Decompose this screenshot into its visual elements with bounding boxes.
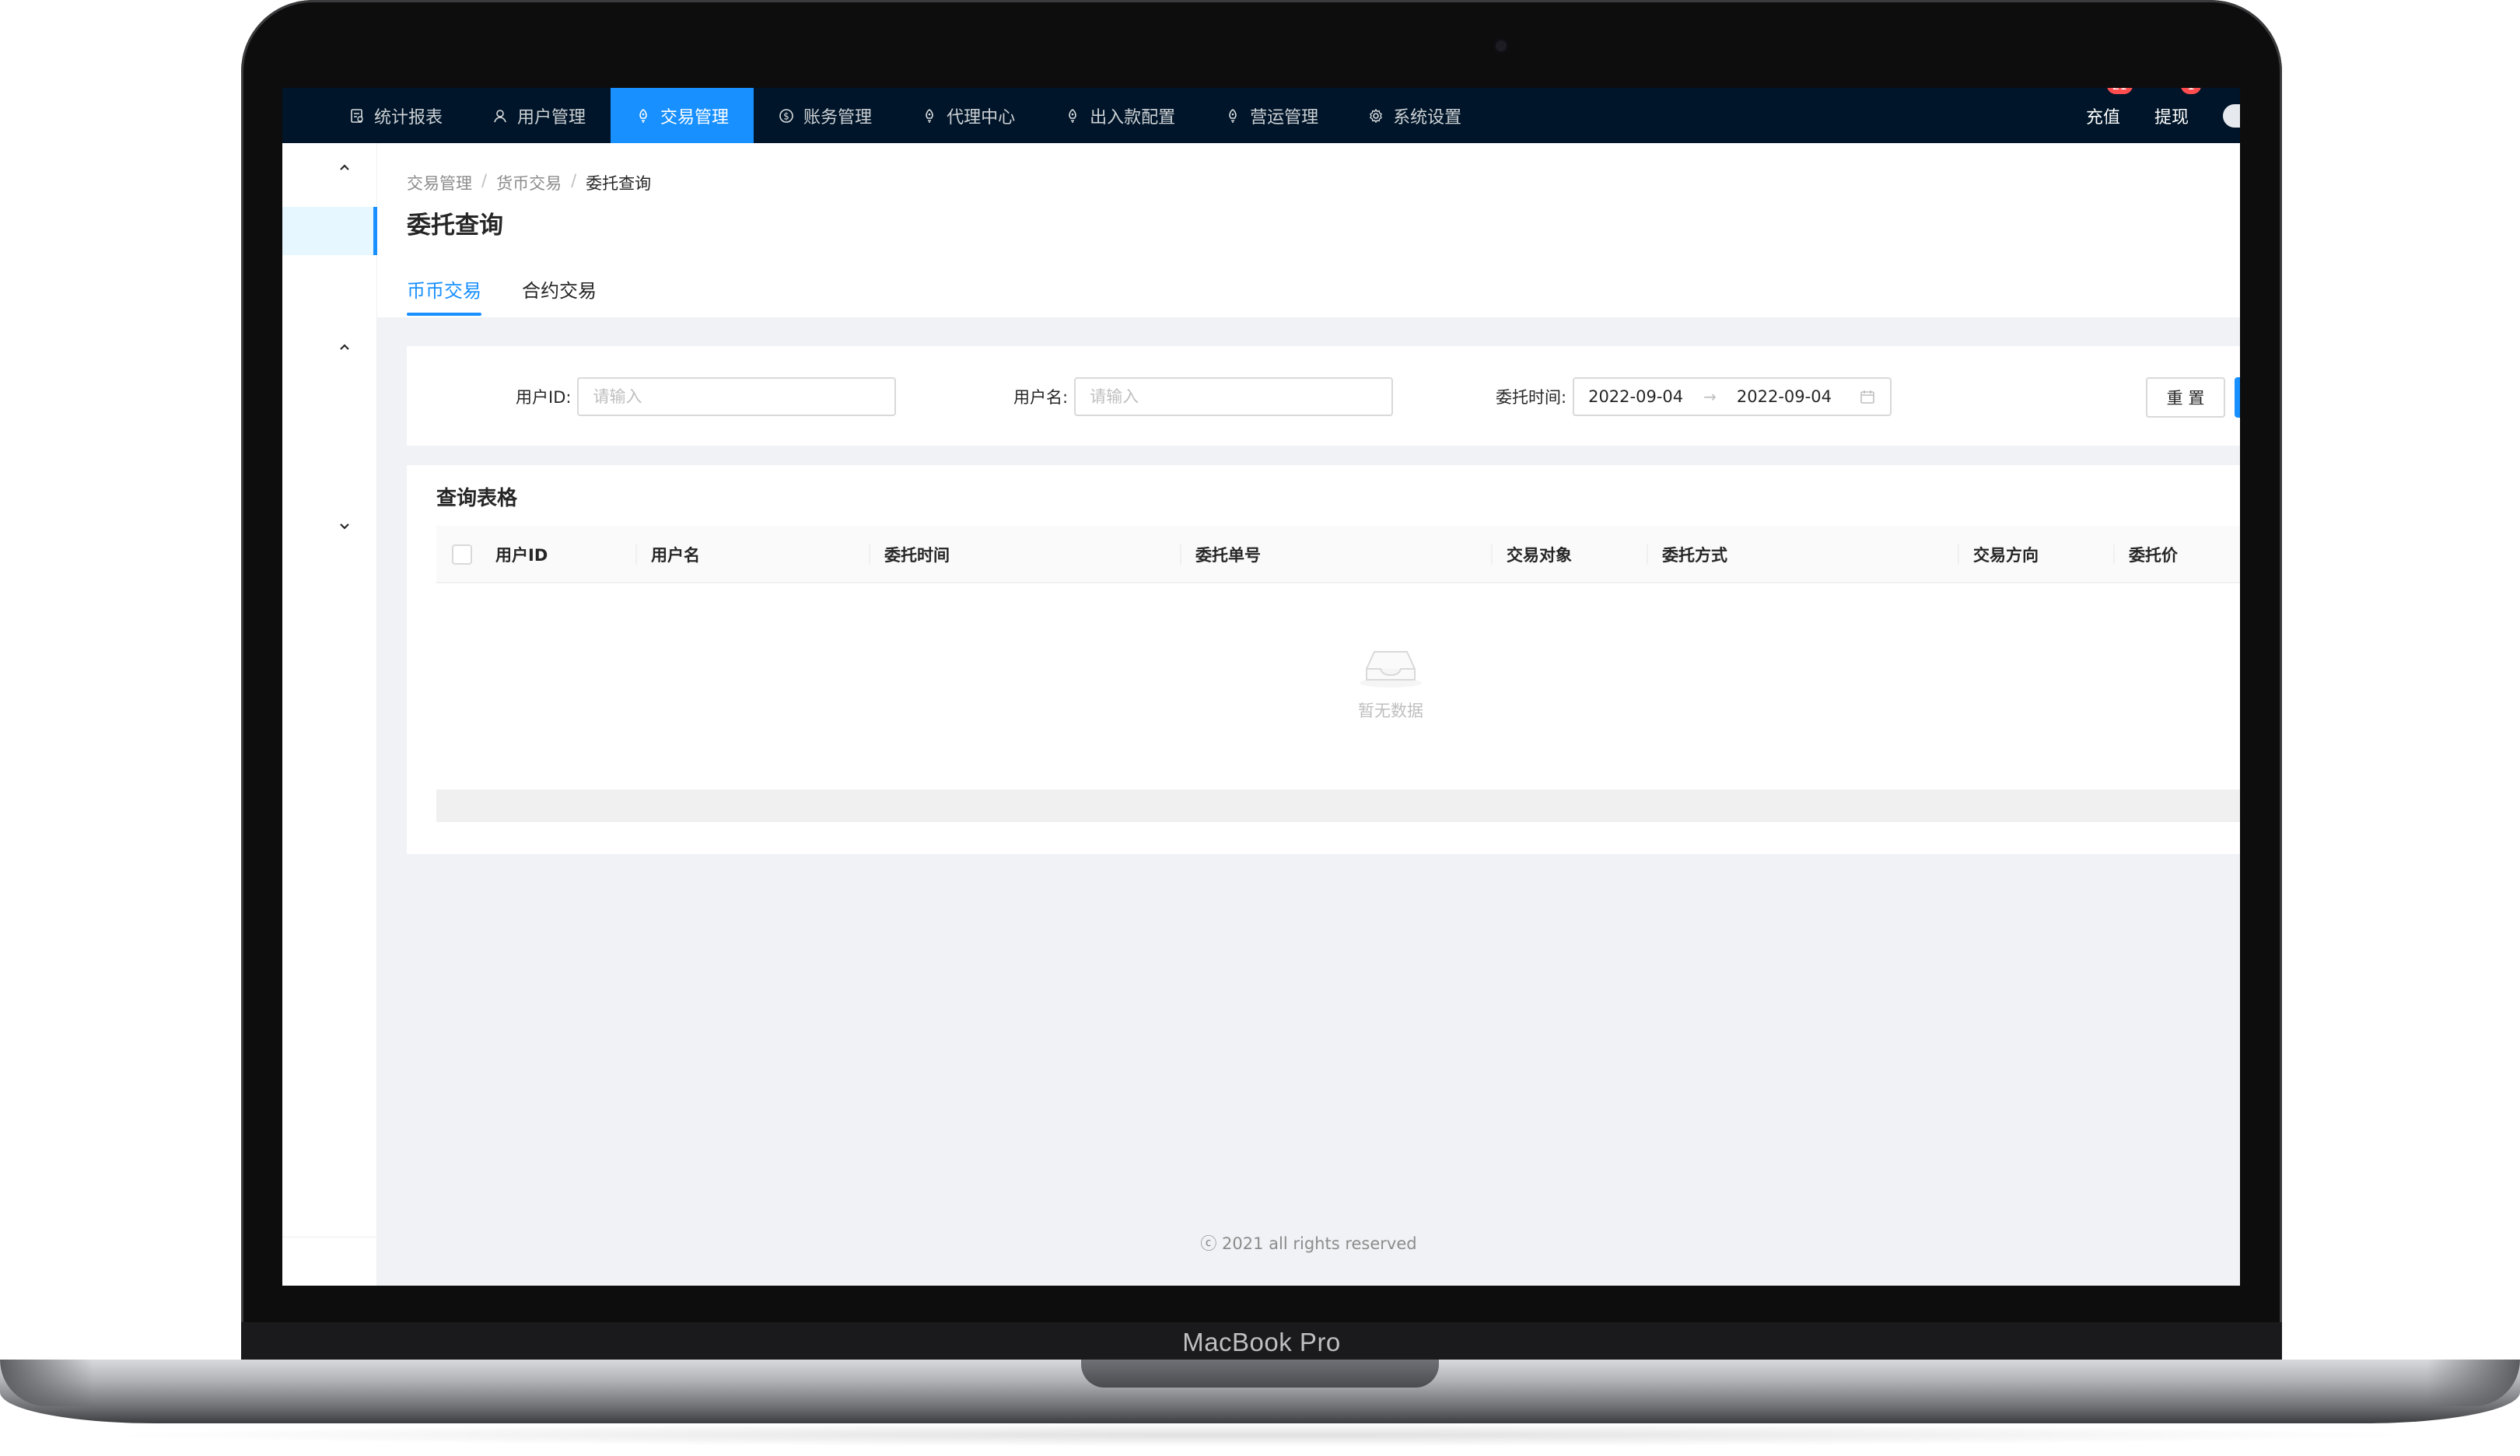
recharge-label: 充值: [2085, 107, 2120, 128]
camera-icon: [1496, 40, 1507, 51]
tab-spot-trading[interactable]: 币币交易: [407, 275, 481, 316]
withdraw-badge: 1: [2181, 88, 2201, 94]
dollar-icon: $: [779, 108, 794, 124]
nav-right: 充值 21 提现 1: [2086, 88, 2240, 143]
nav-item-users[interactable]: 用户管理: [467, 88, 611, 143]
nav-item-trade[interactable]: 交易管理: [611, 88, 754, 143]
side-menu: [282, 143, 377, 1286]
search-button[interactable]: [2235, 377, 2240, 418]
search-form: 用户ID: 用户名: 委托时间: 2022-09-04 → 2022-09-04…: [407, 346, 2240, 446]
rocket-icon: [635, 108, 651, 124]
breadcrumb-separator: /: [571, 171, 577, 190]
table-empty-state: 暂无数据: [407, 583, 2210, 789]
report-icon: [349, 108, 365, 124]
column-header[interactable]: 交易方向: [1958, 526, 2039, 583]
withdraw-label: 提现: [2154, 107, 2189, 128]
rocket-icon: [1065, 108, 1080, 124]
device-label: MacBook Pro: [1182, 1328, 1341, 1356]
nav-label: 账务管理: [803, 107, 873, 128]
avatar[interactable]: [2223, 103, 2240, 128]
nav-item-payments-config[interactable]: 出入款配置: [1040, 88, 1200, 143]
results-table-card: 查询表格 用户ID 用户名 委托时间 委托单号 交易对象 委托方式 交易方向 委…: [407, 465, 2240, 854]
user-id-input[interactable]: [577, 377, 897, 416]
user-name-field: 用户名:: [1013, 377, 1394, 416]
recharge-badge: 21: [2106, 88, 2133, 94]
reset-button[interactable]: 重 置: [2146, 377, 2225, 418]
column-header[interactable]: 委托时间: [869, 526, 950, 583]
order-time-field: 委托时间: 2022-09-04 → 2022-09-04: [1496, 377, 1892, 416]
date-range-picker[interactable]: 2022-09-04 → 2022-09-04: [1573, 377, 1892, 416]
app-screen: 统计报表 用户管理 交易管理 $ 账务管理 代理中心 出入款配置 营运管理 系统…: [282, 88, 2240, 1286]
side-menu-selected-item[interactable]: [282, 207, 377, 255]
breadcrumb-item[interactable]: 货币交易: [496, 171, 562, 194]
date-range-end[interactable]: 2022-09-04: [1737, 387, 1832, 406]
user-name-label: 用户名:: [1013, 388, 1069, 407]
order-time-label: 委托时间:: [1496, 388, 1567, 407]
nav-label: 出入款配置: [1090, 107, 1176, 128]
nav-label: 交易管理: [660, 107, 730, 128]
nav-item-agents[interactable]: 代理中心: [897, 88, 1040, 143]
column-header[interactable]: 用户名: [635, 526, 700, 583]
nav-item-accounts[interactable]: $ 账务管理: [754, 88, 897, 143]
column-header[interactable]: 委托方式: [1647, 526, 1727, 583]
column-header[interactable]: 委托单号: [1180, 526, 1261, 583]
empty-inbox-icon: [1360, 651, 1422, 688]
chevron-up-icon[interactable]: [337, 340, 352, 355]
nav-label: 用户管理: [517, 107, 586, 128]
tab-contract-trading[interactable]: 合约交易: [522, 275, 597, 316]
page-title: 委托查询: [407, 212, 503, 240]
breadcrumb: 交易管理 / 货币交易 / 委托查询: [407, 171, 651, 194]
page-header: 交易管理 / 货币交易 / 委托查询 委托查询 币币交易 合约交易: [377, 143, 2240, 317]
user-id-field: 用户ID:: [516, 377, 897, 416]
user-icon: [492, 108, 508, 124]
calendar-icon[interactable]: [1859, 388, 1876, 405]
nav-label: 统计报表: [374, 107, 443, 128]
column-header[interactable]: 用户ID: [495, 526, 548, 583]
table-header: 用户ID 用户名 委托时间 委托单号 交易对象 委托方式 交易方向 委托价: [436, 526, 2240, 583]
select-all-checkbox[interactable]: [452, 544, 472, 565]
rocket-icon: [1225, 108, 1241, 124]
column-header[interactable]: 委托价: [2113, 526, 2178, 583]
nav-label: 系统设置: [1393, 107, 1462, 128]
breadcrumb-separator: /: [481, 171, 488, 190]
nav-item-settings[interactable]: 系统设置: [1343, 88, 1486, 143]
laptop-notch: [1081, 1360, 1439, 1388]
table-title: 查询表格: [436, 487, 518, 510]
user-name-input[interactable]: [1074, 377, 1394, 416]
table-horizontal-scrollbar[interactable]: [436, 789, 2240, 822]
recharge-link[interactable]: 充值 21: [2085, 88, 2133, 128]
nav-item-operations[interactable]: 营运管理: [1200, 88, 1343, 143]
nav-label: 营运管理: [1250, 107, 1319, 128]
user-id-label: 用户ID:: [516, 388, 572, 407]
top-nav: 统计报表 用户管理 交易管理 $ 账务管理 代理中心 出入款配置 营运管理 系统…: [282, 88, 2240, 143]
rocket-icon: [922, 108, 937, 124]
gear-icon: [1368, 108, 1384, 124]
arrow-right-icon: →: [1703, 387, 1717, 406]
chevron-up-icon[interactable]: [337, 160, 352, 176]
nav-label: 代理中心: [947, 107, 1016, 128]
empty-text: 暂无数据: [1358, 702, 1423, 720]
laptop-shadow: [93, 1423, 2427, 1447]
breadcrumb-item[interactable]: 交易管理: [407, 171, 472, 194]
chevron-down-icon[interactable]: [337, 518, 352, 534]
svg-text:$: $: [783, 110, 789, 121]
tab-bar: 币币交易 合约交易: [407, 275, 597, 316]
nav-item-stats[interactable]: 统计报表: [282, 88, 467, 143]
breadcrumb-current: 委托查询: [586, 174, 652, 193]
column-header[interactable]: 交易对象: [1491, 526, 1572, 583]
withdraw-link[interactable]: 提现 1: [2154, 88, 2201, 128]
footer-copyright: ⓒ 2021 all rights reserved: [1200, 1234, 1417, 1253]
date-range-start[interactable]: 2022-09-04: [1588, 387, 1683, 406]
laptop-chin: MacBook Pro: [241, 1322, 2282, 1363]
